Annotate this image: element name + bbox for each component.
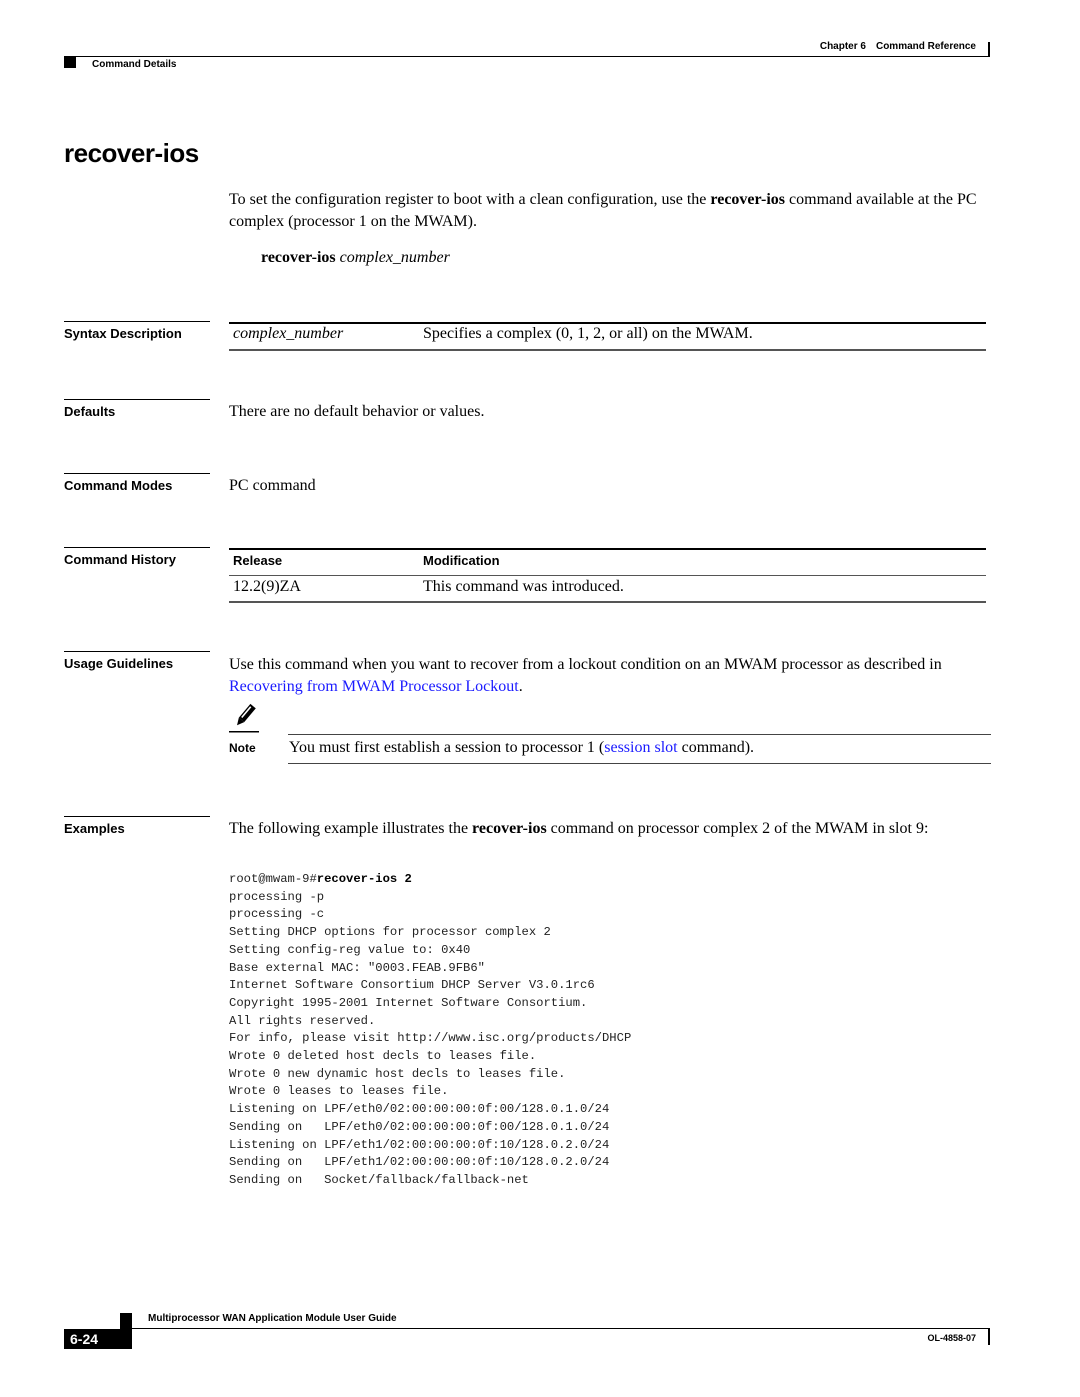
command-modes-text: PC command [229,477,316,494]
history-header-modification: Modification [423,553,500,568]
section-label-syntax-description: Syntax Description [64,321,210,341]
syntax-command: recover-ios [261,249,336,266]
code-line: For info, please visit http://www.isc.or… [229,1031,632,1046]
usage-guidelines-text: Use this command when you want to recove… [229,654,989,698]
examples-text: The following example illustrates the re… [229,818,994,840]
footer-guide-title: Multiprocessor WAN Application Module Us… [148,1313,397,1324]
syntax-line: recover-ios complex_number [261,249,450,267]
section-label-examples: Examples [64,816,210,836]
code-line: Sending on Socket/fallback/fallback-net [229,1172,529,1187]
history-header-rule [229,575,986,576]
footer-rule [132,1328,990,1329]
header-chapter: Chapter 6 Command Reference [780,41,976,52]
code-line: Sending on LPF/eth1/02:00:00:00:0f:10/12… [229,1155,610,1170]
footer-page-number: 6-24 [64,1329,132,1349]
header-rule [64,56,990,57]
intro-text: To set the configuration register to boo… [229,191,711,208]
section-label-command-modes: Command Modes [64,473,210,493]
code-line: Base external MAC: "0003.FEAB.9FB6" [229,960,485,975]
syntax-argument: complex_number [339,249,450,266]
header-bar [988,42,990,57]
pencil-note-icon [229,703,259,733]
code-line: Setting DHCP options for processor compl… [229,925,551,940]
examples-text-before: The following example illustrates the [229,820,473,837]
code-line: Sending on LPF/eth0/02:00:00:00:0f:00/12… [229,1119,610,1134]
code-line: Wrote 0 new dynamic host decls to leases… [229,1066,566,1081]
history-release: 12.2(9)ZA [233,578,301,595]
code-typed-command: recover-ios 2 [316,872,412,886]
code-prompt: root@mwam-9# [229,872,317,886]
header-block [64,56,76,68]
examples-text-after: command on processor complex 2 of the MW… [546,820,929,837]
footer-bar [988,1329,990,1345]
intro-paragraph: To set the configuration register to boo… [229,189,989,233]
defaults-text: There are no default behavior or values. [229,403,485,420]
example-code-block: root@mwam-9#recover-ios 2 processing -p … [229,871,631,1190]
session-slot-link[interactable]: session slot [604,739,677,756]
note-label: Note [229,741,256,755]
usage-text: Use this command when you want to recove… [229,656,942,673]
header-section: Command Details [92,59,177,70]
recovering-lockout-link[interactable]: Recovering from MWAM Processor Lockout [229,678,519,695]
history-top-rule [229,548,986,550]
code-line: All rights reserved. [229,1013,376,1028]
intro-command: recover-ios [710,191,786,208]
syntax-parameter: complex_number [233,325,343,343]
code-line: processing -p [229,889,325,904]
section-label-defaults: Defaults [64,399,210,419]
code-line: Wrote 0 deleted host decls to leases fil… [229,1049,537,1064]
footer-doc-number: OL-4858-07 [927,1333,976,1343]
code-line: processing -c [229,907,325,922]
parameter-name: complex_number [233,325,344,342]
table-top-rule [229,322,986,324]
code-output: processing -p processing -c Setting DHCP… [229,890,631,1187]
chapter-title: Command Reference [875,41,976,52]
syntax-parameter-description: Specifies a complex (0, 1, 2, or all) on… [423,325,753,342]
note-bottom-rule [288,763,991,764]
footer-block [120,1313,132,1329]
table-bottom-rule [229,349,986,351]
code-line: Setting config-reg value to: 0x40 [229,942,471,957]
usage-text-after: . [518,678,523,695]
code-line: Copyright 1995-2001 Internet Software Co… [229,995,588,1010]
code-line: Internet Software Consortium DHCP Server… [229,978,595,993]
note-top-rule [288,734,991,735]
examples-command: recover-ios [472,820,547,837]
page-title: recover-ios [64,138,199,168]
note-text: You must first establish a session to pr… [289,737,754,759]
history-header-release: Release [233,553,283,568]
history-bottom-rule [229,601,986,603]
note-text-after: command). [677,739,755,756]
section-label-command-history: Command History [64,547,210,567]
history-modification: This command was introduced. [423,578,624,595]
section-label-usage-guidelines: Usage Guidelines [64,651,210,671]
chapter-number: Chapter 6 [819,41,866,52]
code-line: Wrote 0 leases to leases file. [229,1084,449,1099]
note-text-before: You must first establish a session to pr… [289,739,605,756]
code-line: Listening on LPF/eth0/02:00:00:00:0f:00/… [229,1102,610,1117]
code-line: Listening on LPF/eth1/02:00:00:00:0f:10/… [229,1137,610,1152]
